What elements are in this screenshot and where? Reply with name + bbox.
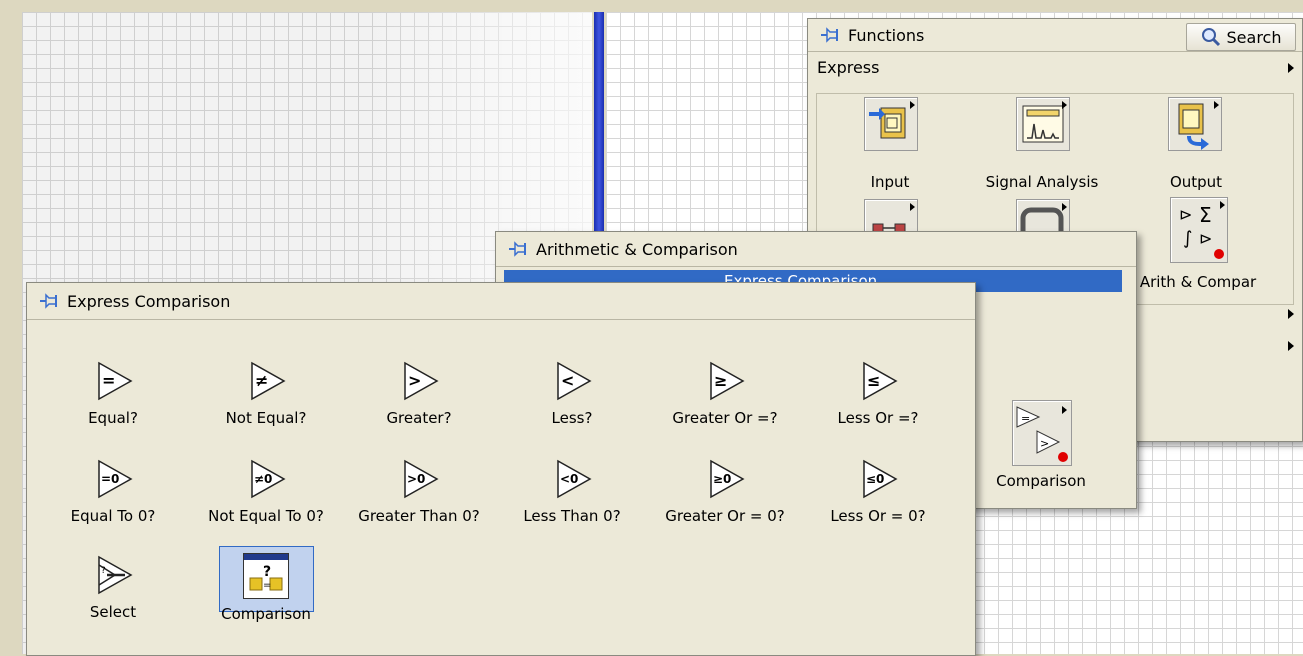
greater-item[interactable]: > Greater? <box>349 359 489 427</box>
express-comparison-palette: Express Comparison = Equal? ≠ Not Equal?… <box>26 282 976 656</box>
less-or-equal-label: Less Or =? <box>837 409 919 427</box>
greater-than-zero-item[interactable]: >0 Greater Than 0? <box>349 457 489 525</box>
svg-text:>: > <box>408 371 421 390</box>
less-or-equal-icon: ≤ <box>863 361 898 401</box>
greater-or-equal-zero-label: Greater Or = 0? <box>665 507 785 525</box>
less-label: Less? <box>551 409 593 427</box>
svg-text:≤0: ≤0 <box>866 472 884 486</box>
input-label: Input <box>870 173 910 191</box>
svg-text:=: = <box>1021 412 1030 425</box>
output-label: Output <box>1169 173 1223 191</box>
thumbtack-icon[interactable] <box>820 26 842 44</box>
submenu-arrow-icon <box>1288 63 1294 73</box>
greater-than-zero-label: Greater Than 0? <box>358 507 480 525</box>
express-comparison-title: Express Comparison <box>67 291 231 311</box>
input-icon[interactable] <box>864 97 918 151</box>
output-icon[interactable] <box>1168 97 1222 151</box>
less-or-equal-zero-label: Less Or = 0? <box>830 507 926 525</box>
comparison-label: Comparison <box>221 605 311 623</box>
select-icon: ? <box>98 555 133 595</box>
svg-text:>0: >0 <box>407 472 425 486</box>
express-comparison-titlebar[interactable]: Express Comparison <box>27 283 975 320</box>
equal-to-zero-item[interactable]: =0 Equal To 0? <box>43 457 183 525</box>
svg-text:≠: ≠ <box>255 371 268 390</box>
svg-text:⊳: ⊳ <box>1179 205 1192 224</box>
svg-text:≠0: ≠0 <box>254 472 272 486</box>
less-than-zero-icon: <0 <box>557 459 592 499</box>
equal-to-zero-icon: =0 <box>98 459 133 499</box>
equal-icon: = <box>98 361 133 401</box>
not-equal-icon: ≠ <box>251 361 286 401</box>
functions-titlebar[interactable]: Functions Search <box>808 19 1302 52</box>
svg-text:?: ? <box>263 564 271 580</box>
greater-label: Greater? <box>386 409 452 427</box>
select-item[interactable]: ? Select <box>43 553 183 621</box>
svg-text:=: = <box>102 371 115 390</box>
svg-text:⊳: ⊳ <box>1199 229 1212 248</box>
less-than-zero-label: Less Than 0? <box>523 507 621 525</box>
svg-text:Σ: Σ <box>1199 203 1212 227</box>
not-equal-to-zero-icon: ≠0 <box>251 459 286 499</box>
not-equal-item[interactable]: ≠ Not Equal? <box>196 359 336 427</box>
svg-text:=0: =0 <box>101 472 119 486</box>
select-label: Select <box>89 603 137 621</box>
submenu-arrow-icon <box>1288 341 1294 351</box>
not-equal-to-zero-label: Not Equal To 0? <box>208 507 324 525</box>
equal-to-zero-label: Equal To 0? <box>70 507 156 525</box>
svg-text:=: = <box>263 580 271 591</box>
express-category-label: Express <box>817 58 880 77</box>
comparison-express-icon[interactable]: = > <box>1012 400 1072 466</box>
greater-or-equal-item[interactable]: ≥ Greater Or =? <box>655 359 795 427</box>
greater-icon: > <box>404 361 439 401</box>
less-item[interactable]: < Less? <box>502 359 642 427</box>
search-button[interactable]: Search <box>1186 23 1296 51</box>
search-label: Search <box>1226 27 1282 47</box>
functions-title: Functions <box>848 25 925 45</box>
greater-or-equal-zero-icon: ≥0 <box>710 459 745 499</box>
equal-label: Equal? <box>88 409 138 427</box>
submenu-arrow-icon <box>1288 309 1294 319</box>
less-or-equal-zero-icon: ≤0 <box>863 459 898 499</box>
svg-text:<0: <0 <box>560 472 578 486</box>
express-category-row[interactable]: Express <box>808 55 1302 81</box>
less-icon: < <box>557 361 592 401</box>
not-equal-label: Not Equal? <box>225 409 307 427</box>
svg-text:>: > <box>1040 437 1049 450</box>
greater-or-equal-icon: ≥ <box>710 361 745 401</box>
arith-compar-icon[interactable]: ⊳ Σ ∫ ⊳ <box>1170 197 1228 263</box>
greater-or-equal-zero-item[interactable]: ≥0 Greater Or = 0? <box>655 457 795 525</box>
svg-text:?: ? <box>101 566 106 576</box>
less-or-equal-item[interactable]: ≤ Less Or =? <box>808 359 948 427</box>
comparison-express-label: Comparison <box>996 472 1086 490</box>
comparison-item[interactable]: ? = Comparison <box>196 553 336 623</box>
signal-analysis-label: Signal Analysis <box>985 173 1099 191</box>
equal-item[interactable]: = Equal? <box>43 359 183 427</box>
greater-or-equal-label: Greater Or =? <box>672 409 778 427</box>
svg-text:≥0: ≥0 <box>713 472 731 486</box>
comparison-icon: ? = <box>243 553 289 599</box>
svg-text:≤: ≤ <box>867 371 880 390</box>
svg-text:≥: ≥ <box>714 371 727 390</box>
arith-titlebar[interactable]: Arithmetic & Comparison <box>496 232 1136 267</box>
arith-title: Arithmetic & Comparison <box>536 239 738 259</box>
thumbtack-icon[interactable] <box>508 240 530 258</box>
magnifier-icon <box>1201 28 1220 47</box>
arith-compar-label: Arith & Compar <box>1139 273 1257 291</box>
not-equal-to-zero-item[interactable]: ≠0 Not Equal To 0? <box>196 457 336 525</box>
less-than-zero-item[interactable]: <0 Less Than 0? <box>502 457 642 525</box>
thumbtack-icon[interactable] <box>39 292 61 310</box>
svg-text:<: < <box>561 371 574 390</box>
signal-analysis-icon[interactable] <box>1016 97 1070 151</box>
greater-than-zero-icon: >0 <box>404 459 439 499</box>
less-or-equal-zero-item[interactable]: ≤0 Less Or = 0? <box>808 457 948 525</box>
svg-text:∫: ∫ <box>1183 228 1192 249</box>
